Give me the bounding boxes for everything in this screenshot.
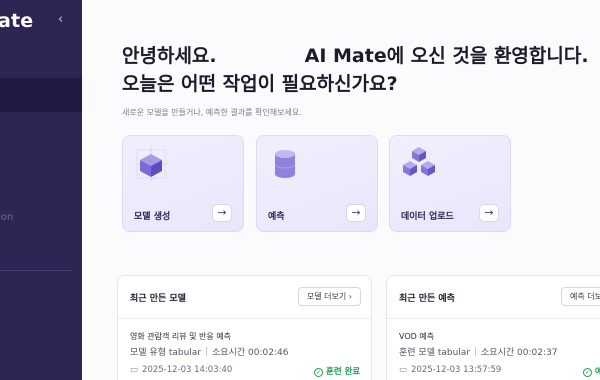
brand-logo-text: ate bbox=[0, 10, 34, 32]
cylinder-icon bbox=[274, 150, 296, 178]
upload-data-card[interactable]: 데이터 업로드 → bbox=[389, 135, 511, 232]
cubes-icon bbox=[403, 147, 435, 176]
model-item-date: ▭ 2025-12-03 14:03:40 bbox=[130, 365, 232, 375]
upload-data-label: 데이터 업로드 bbox=[401, 212, 454, 222]
calendar-icon: ▭ bbox=[399, 365, 408, 375]
page-subtitle: 새로운 모델을 만들거나, 예측한 결과를 확인해보세요. bbox=[122, 108, 302, 117]
prediction-model-type: 훈련 모델 tabular bbox=[399, 348, 471, 358]
calendar-icon: ▭ bbox=[130, 365, 139, 375]
greeting-line2: 오늘은 어떤 작업이 필요하신가요? bbox=[122, 73, 398, 95]
cube-icon bbox=[135, 146, 167, 182]
meta-separator bbox=[206, 347, 208, 356]
greeting-part2: AI Mate에 오신 것을 환영합니다. bbox=[304, 45, 589, 67]
more-models-button[interactable]: 모델 더보기 › bbox=[297, 287, 361, 306]
arrow-right-icon[interactable]: → bbox=[212, 204, 232, 222]
prediction-date: 2025-12-03 13:57:59 bbox=[411, 365, 502, 375]
arrow-right-icon[interactable]: → bbox=[479, 204, 499, 222]
model-item-meta: 모델 유형 tabular 소요시간 00:02:46 bbox=[130, 345, 288, 358]
status-badge: ✓ 예 bbox=[583, 365, 600, 377]
panel-divider bbox=[387, 318, 600, 319]
page-title: 안녕하세요. AI Mate에 오신 것을 환영합니다. 오늘은 어떤 작업이 … bbox=[122, 42, 589, 98]
model-date: 2025-12-03 14:03:40 bbox=[142, 365, 233, 375]
greeting-part1: 안녕하세요. bbox=[122, 45, 217, 67]
check-circle-icon: ✓ bbox=[314, 368, 323, 377]
more-predictions-button[interactable]: 예측 더보기 bbox=[561, 287, 600, 306]
model-type: 모델 유형 tabular bbox=[130, 348, 202, 358]
recent-predictions-title: 최근 만든 예측 bbox=[399, 294, 455, 304]
model-item-title[interactable]: 영화 관람객 리뷰 및 반응 예측 bbox=[130, 331, 231, 342]
recent-predictions-panel: 최근 만든 예측 예측 더보기 VOD 예측 훈련 모델 tabular 소요시간… bbox=[386, 275, 600, 380]
create-model-card[interactable]: 모델 생성 → bbox=[122, 135, 244, 232]
meta-separator bbox=[475, 347, 477, 356]
greeting-username-gap bbox=[217, 42, 305, 70]
model-status: 훈련 완료 bbox=[326, 367, 361, 377]
recent-models-panel: 최근 만든 모델 모델 더보기 › 영화 관람객 리뷰 및 반응 예측 모델 유… bbox=[117, 275, 372, 380]
check-circle-icon: ✓ bbox=[583, 368, 592, 377]
main-content: 안녕하세요. AI Mate에 오신 것을 환영합니다. 오늘은 어떤 작업이 … bbox=[82, 0, 600, 380]
prediction-item-date: ▭ 2025-12-03 13:57:59 bbox=[399, 365, 501, 375]
predict-label: 예측 bbox=[268, 212, 285, 222]
create-model-label: 모델 생성 bbox=[134, 212, 171, 222]
sidebar: ate ‹ ion bbox=[0, 0, 82, 380]
status-badge: ✓ 훈련 완료 bbox=[314, 365, 360, 377]
sidebar-divider bbox=[0, 270, 72, 271]
sidebar-item-label[interactable]: ion bbox=[0, 212, 13, 223]
model-duration: 소요시간 00:02:46 bbox=[212, 348, 289, 358]
prediction-duration: 소요시간 00:02:37 bbox=[481, 348, 558, 358]
prediction-item-title[interactable]: VOD 예측 bbox=[399, 331, 434, 342]
prediction-item-meta: 훈련 모델 tabular 소요시간 00:02:37 bbox=[399, 345, 557, 358]
predict-card[interactable]: 예측 → bbox=[256, 135, 378, 232]
panel-divider bbox=[118, 318, 371, 319]
collapse-sidebar-icon[interactable]: ‹ bbox=[58, 12, 63, 27]
prediction-status: 예 bbox=[595, 367, 600, 377]
arrow-right-icon[interactable]: → bbox=[346, 204, 366, 222]
recent-models-title: 최근 만든 모델 bbox=[130, 294, 186, 304]
sidebar-item-active[interactable] bbox=[0, 78, 82, 112]
